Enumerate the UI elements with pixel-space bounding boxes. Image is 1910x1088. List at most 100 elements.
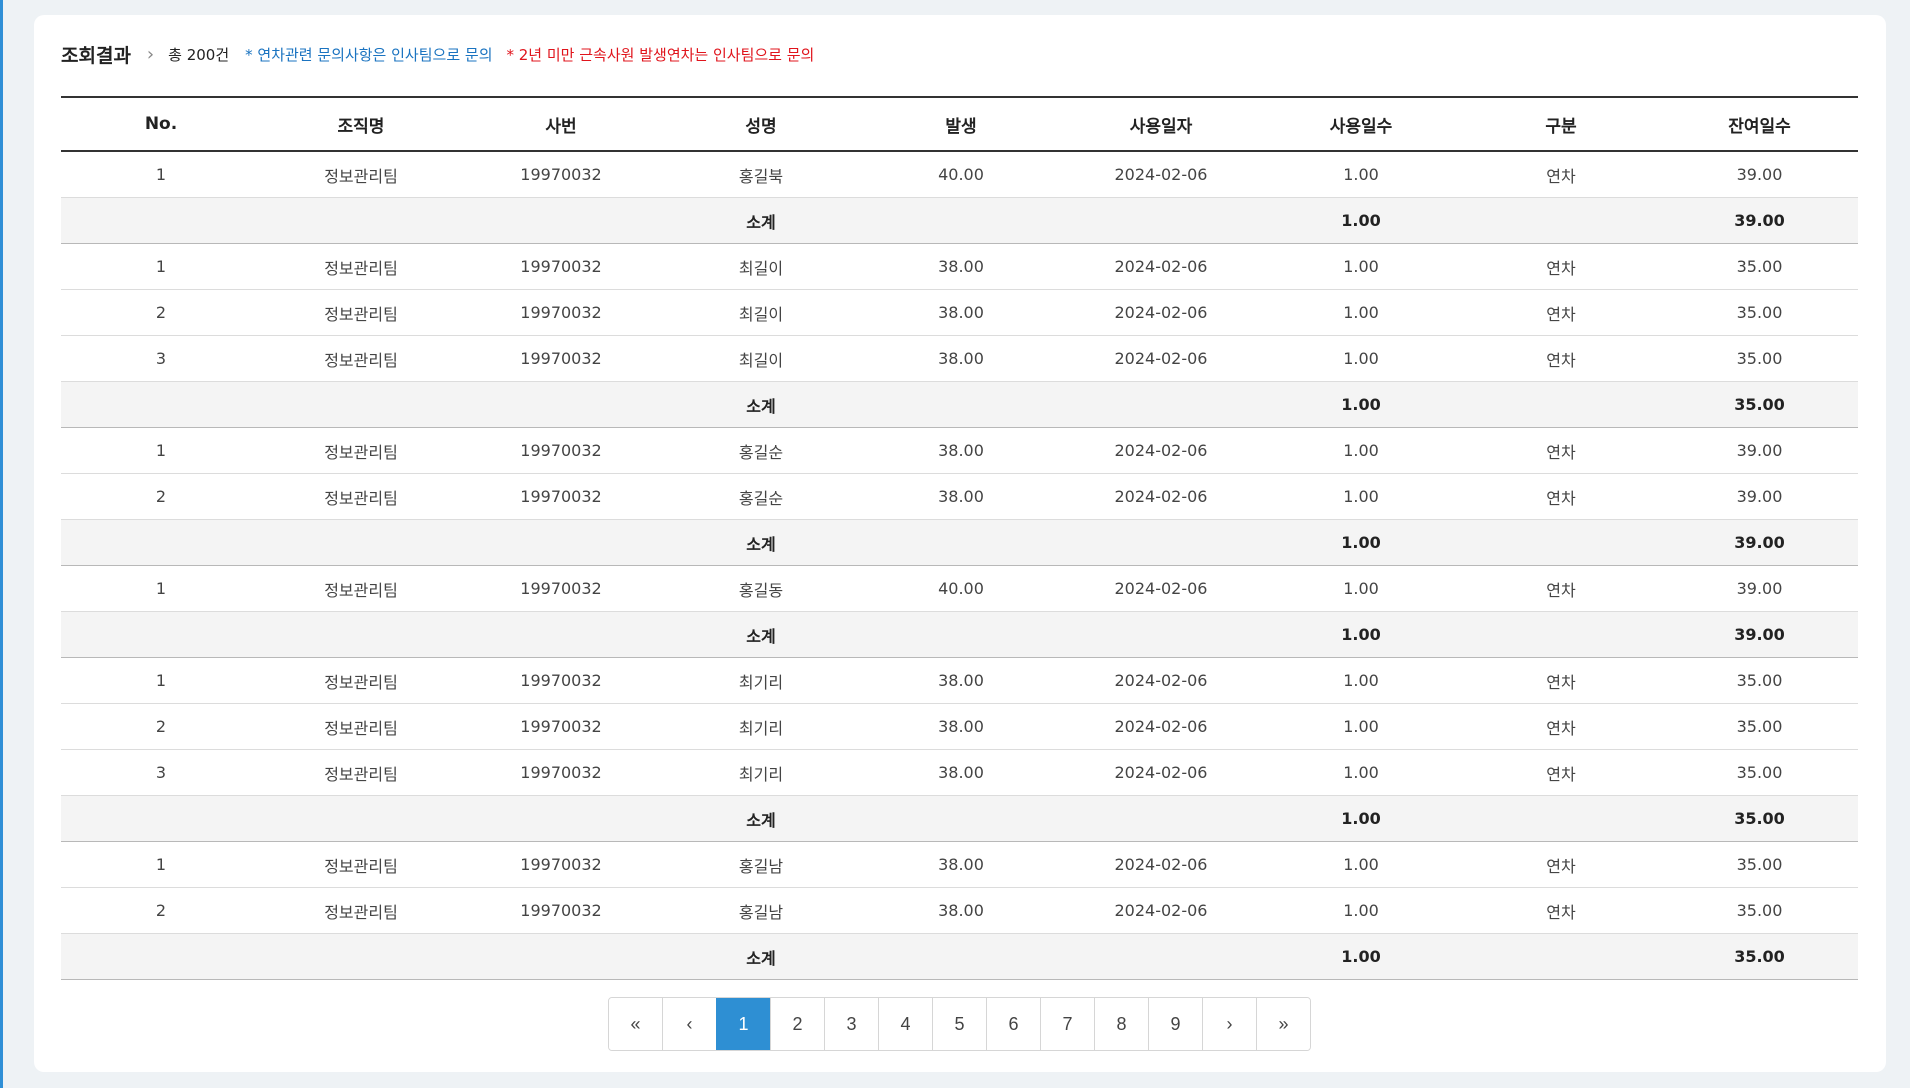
page-button-7[interactable]: 7 <box>1040 998 1094 1050</box>
subtotal-label: 소계 <box>661 795 861 842</box>
column-header: 사용일자 <box>1061 97 1261 152</box>
cell-remaining-days: 35.00 <box>1661 703 1858 750</box>
page-button-8[interactable]: 8 <box>1094 998 1148 1050</box>
cell-name: 최길이 <box>661 335 861 382</box>
cell-emp-id: 19970032 <box>461 335 661 382</box>
cell-emp-id: 19970032 <box>461 473 661 520</box>
cell-use-date: 2024-02-06 <box>1061 151 1261 198</box>
cell-granted: 38.00 <box>861 427 1061 474</box>
subtotal-row: 소계 1.00 35.00 <box>61 795 1858 842</box>
cell-name: 홍길동 <box>661 565 861 612</box>
cell-use-date: 2024-02-06 <box>1061 289 1261 336</box>
cell-type: 연차 <box>1461 473 1661 520</box>
cell-type: 연차 <box>1461 887 1661 934</box>
page-button-1[interactable]: 1 <box>716 998 770 1050</box>
left-accent-bar <box>0 0 3 1088</box>
total-count: 총 200건 <box>168 45 230 64</box>
cell-org: 정보관리팀 <box>261 841 461 888</box>
cell-use-date: 2024-02-06 <box>1061 427 1261 474</box>
cell-org: 정보관리팀 <box>261 335 461 382</box>
prev-page-button[interactable]: ‹ <box>662 998 716 1050</box>
cell-name: 홍길순 <box>661 427 861 474</box>
subtotal-used-days: 1.00 <box>1261 933 1461 980</box>
cell-no: 2 <box>61 703 261 750</box>
subtotal-remaining-days: 39.00 <box>1661 611 1858 658</box>
cell-name: 최기리 <box>661 657 861 704</box>
cell-no: 3 <box>61 335 261 382</box>
subtotal-remaining-days: 35.00 <box>1661 381 1858 428</box>
subtotal-remaining-days: 39.00 <box>1661 519 1858 566</box>
cell-granted: 38.00 <box>861 473 1061 520</box>
column-header: No. <box>61 97 261 152</box>
subtotal-used-days: 1.00 <box>1261 795 1461 842</box>
page-button-3[interactable]: 3 <box>824 998 878 1050</box>
empty-cell <box>1461 611 1661 658</box>
cell-granted: 38.00 <box>861 243 1061 290</box>
cell-no: 1 <box>61 427 261 474</box>
cell-type: 연차 <box>1461 243 1661 290</box>
empty-cell <box>61 611 661 658</box>
empty-cell <box>1461 933 1661 980</box>
cell-granted: 40.00 <box>861 151 1061 198</box>
subtotal-label: 소계 <box>661 197 861 244</box>
subtotal-row: 소계 1.00 35.00 <box>61 381 1858 428</box>
cell-remaining-days: 35.00 <box>1661 243 1858 290</box>
cell-no: 1 <box>61 841 261 888</box>
cell-emp-id: 19970032 <box>461 749 661 796</box>
cell-org: 정보관리팀 <box>261 243 461 290</box>
cell-granted: 38.00 <box>861 289 1061 336</box>
table-row: 1 정보관리팀 19970032 최기리 38.00 2024-02-06 1.00 연차 35… <box>61 657 1858 704</box>
empty-cell <box>61 197 661 244</box>
cell-type: 연차 <box>1461 841 1661 888</box>
cell-used-days: 1.00 <box>1261 749 1461 796</box>
subtotal-used-days: 1.00 <box>1261 611 1461 658</box>
page-button-9[interactable]: 9 <box>1148 998 1202 1050</box>
cell-type: 연차 <box>1461 703 1661 750</box>
chevron-right-icon: › <box>146 43 155 65</box>
page-button-2[interactable]: 2 <box>770 998 824 1050</box>
cell-granted: 38.00 <box>861 749 1061 796</box>
cell-remaining-days: 35.00 <box>1661 887 1858 934</box>
cell-used-days: 1.00 <box>1261 243 1461 290</box>
empty-cell <box>61 381 661 428</box>
cell-type: 연차 <box>1461 427 1661 474</box>
cell-org: 정보관리팀 <box>261 473 461 520</box>
cell-used-days: 1.00 <box>1261 289 1461 336</box>
cell-granted: 38.00 <box>861 335 1061 382</box>
cell-type: 연차 <box>1461 289 1661 336</box>
subtotal-remaining-days: 35.00 <box>1661 933 1858 980</box>
subtotal-row: 소계 1.00 35.00 <box>61 933 1858 980</box>
empty-cell <box>1461 795 1661 842</box>
page-button-6[interactable]: 6 <box>986 998 1040 1050</box>
cell-emp-id: 19970032 <box>461 427 661 474</box>
subtotal-remaining-days: 39.00 <box>1661 197 1858 244</box>
empty-cell <box>1461 519 1661 566</box>
cell-name: 홍길순 <box>661 473 861 520</box>
subtotal-row: 소계 1.00 39.00 <box>61 519 1858 566</box>
subtotal-label: 소계 <box>661 611 861 658</box>
cell-no: 2 <box>61 887 261 934</box>
empty-cell <box>1461 381 1661 428</box>
notice-under-two-years: * 2년 미만 근속사원 발생연차는 인사팀으로 문의 <box>506 45 815 64</box>
cell-use-date: 2024-02-06 <box>1061 565 1261 612</box>
cell-use-date: 2024-02-06 <box>1061 473 1261 520</box>
next-page-button[interactable]: › <box>1202 998 1256 1050</box>
empty-cell <box>61 933 661 980</box>
first-page-button[interactable]: « <box>609 998 662 1050</box>
cell-use-date: 2024-02-06 <box>1061 887 1261 934</box>
cell-used-days: 1.00 <box>1261 151 1461 198</box>
last-page-button[interactable]: » <box>1256 998 1310 1050</box>
cell-remaining-days: 35.00 <box>1661 657 1858 704</box>
subtotal-remaining-days: 35.00 <box>1661 795 1858 842</box>
cell-use-date: 2024-02-06 <box>1061 749 1261 796</box>
page-button-4[interactable]: 4 <box>878 998 932 1050</box>
cell-used-days: 1.00 <box>1261 473 1461 520</box>
cell-use-date: 2024-02-06 <box>1061 703 1261 750</box>
page-button-5[interactable]: 5 <box>932 998 986 1050</box>
cell-name: 홍길남 <box>661 841 861 888</box>
empty-cell <box>861 611 1261 658</box>
cell-name: 최기리 <box>661 703 861 750</box>
result-header: 조회결과 › 총 200건 * 연차관련 문의사항은 인사팀으로 문의 * 2년… <box>61 39 814 69</box>
cell-org: 정보관리팀 <box>261 703 461 750</box>
cell-type: 연차 <box>1461 565 1661 612</box>
